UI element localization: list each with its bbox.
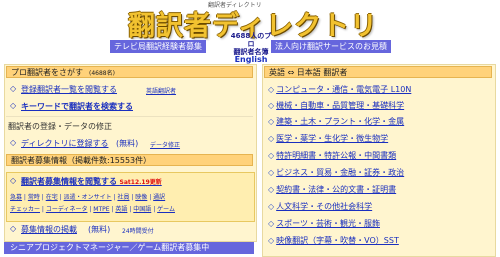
jobs-update-date: Sat12.19更新 [119,179,162,186]
category-link[interactable]: 医学・薬学・生化学・微生物学 [276,134,388,143]
category-link[interactable]: コンピュータ・通信・電気電子 L10N [276,85,411,94]
english-link[interactable]: English [228,56,274,64]
edit-data-link[interactable]: データ修正 [150,140,180,149]
post-hours-note: 24時間受付 [122,228,154,235]
translator-count-text: 4688人のプロ [230,32,272,48]
directory-summary: 4688人のプロ 翻訳者名簿 English [228,32,274,64]
job-tags-row-1: 急募 | 常時 | 在宅 | 派遣・オンサイト | 社員 | 映像 | 通訳 [10,194,166,201]
category-bullet-icon: ◇ [268,85,275,94]
job-tags-row-2: チェッカー | コーディネータ | MTPE | 英語 | 中国語 | ゲーム [10,206,175,213]
category-link[interactable]: 人文科学・その他社会科学 [276,202,372,211]
browse-bullet-icon: ◇ [10,84,17,93]
post-bullet-icon: ◇ [10,224,17,233]
category-bullet-icon: ◇ [268,219,275,228]
category-item[interactable]: ◇ 人文科学・その他社会科学 [268,201,488,216]
category-link[interactable]: スポーツ・芸術・観光・服飾 [276,219,380,228]
tag-coordinator[interactable]: コーディネータ [46,206,88,213]
category-item[interactable]: ◇ 建築・土木・プラント・化学・金属 [268,116,488,131]
browse-translators-link[interactable]: 登録翻訳者一覧を閲覧する [21,84,117,95]
search-bullet-icon: ◇ [10,101,17,110]
register-free-note: (無料) [116,139,139,148]
category-bullet-icon: ◇ [268,236,275,245]
category-bullet-icon: ◇ [268,202,275,211]
tag-mtpe[interactable]: MTPE [93,206,109,213]
keyword-search-link[interactable]: キーワードで翻訳者を検索する [21,101,133,112]
find-translators-heading: プロ翻訳者をさがす (4688名) [6,66,253,78]
tag-english[interactable]: 英語 [115,206,127,213]
category-item[interactable]: ◇ 契約書・法律・公的文書・証明書 [268,184,488,199]
category-item[interactable]: ◇ スポーツ・芸術・観光・服飾 [268,218,488,233]
find-translators-title: プロ翻訳者をさがす [11,68,83,77]
tag-checker[interactable]: チェッカー [10,206,40,213]
category-bullet-icon: ◇ [268,151,275,160]
tv-translator-recruit-button[interactable]: テレビ局翻訳経験者募集 [110,40,206,53]
post-job-link[interactable]: 募集情報の掲載 [21,224,77,235]
corporate-quote-button[interactable]: 法人向け翻訳サービスのお見積 [271,40,391,53]
tag-employee[interactable]: 社員 [117,194,129,201]
category-link[interactable]: 契約書・法律・公的文書・証明書 [276,185,396,194]
tag-chinese[interactable]: 中国語 [133,206,151,213]
category-item[interactable]: ◇ 機械・自動車・品質管理・基礎科学 [268,100,488,115]
divider [6,116,253,117]
tag-game[interactable]: ゲーム [157,206,175,213]
category-link[interactable]: 映像翻訳（字幕・吹替・VO）SST [276,236,399,245]
senior-pm-recruit-banner[interactable]: シニアプロジェクトマネージャー／ゲーム翻訳者募集中 [4,242,254,254]
post-free-note: (無料) [88,225,111,234]
category-item[interactable]: ◇ 映像翻訳（字幕・吹替・VO）SST [268,235,488,250]
english-translators-link[interactable]: 英語翻訳者 [146,86,176,95]
register-link[interactable]: ディレクトリに登録する [21,138,108,149]
jobs-browse-link[interactable]: 翻訳者募集情報を閲覧する [21,177,117,186]
category-bullet-icon: ◇ [268,101,275,110]
category-bullet-icon: ◇ [268,185,275,194]
category-link[interactable]: 建築・土木・プラント・化学・金属 [276,117,404,126]
category-bullet-icon: ◇ [268,134,275,143]
category-item[interactable]: ◇ コンピュータ・通信・電気電子 L10N [268,84,488,99]
jobs-heading: 翻訳者募集情報（掲載件数:15553件） [6,154,253,166]
category-item[interactable]: ◇ 医学・薬学・生化学・微生物学 [268,133,488,148]
tag-video[interactable]: 映像 [135,194,147,201]
category-link[interactable]: 機械・自動車・品質管理・基礎科学 [276,101,404,110]
tag-urgent[interactable]: 急募 [10,194,22,201]
category-link[interactable]: ビジネス・貿易・金融・証券・政治 [276,168,404,177]
translator-total: (4688名) [89,70,115,77]
category-bullet-icon: ◇ [268,168,275,177]
en-ja-translators-heading: 英語 ⇔ 日本語 翻訳者 [264,66,492,78]
tag-interpreter[interactable]: 通訳 [153,194,165,201]
tag-regular[interactable]: 常時 [28,194,40,201]
register-bullet-icon: ◇ [10,138,17,147]
jobs-bullet-icon: ◇ [10,176,17,185]
register-heading: 翻訳者の登録・データの修正 [8,122,112,131]
category-link[interactable]: 特許明細書・特許公報・中間書類 [276,151,396,160]
tag-dispatch[interactable]: 派遣・オンサイト [64,194,112,201]
tag-home[interactable]: 在宅 [46,194,58,201]
category-item[interactable]: ◇ 特許明細書・特許公報・中間書類 [268,150,488,165]
category-item[interactable]: ◇ ビジネス・貿易・金融・証券・政治 [268,167,488,182]
category-bullet-icon: ◇ [268,117,275,126]
